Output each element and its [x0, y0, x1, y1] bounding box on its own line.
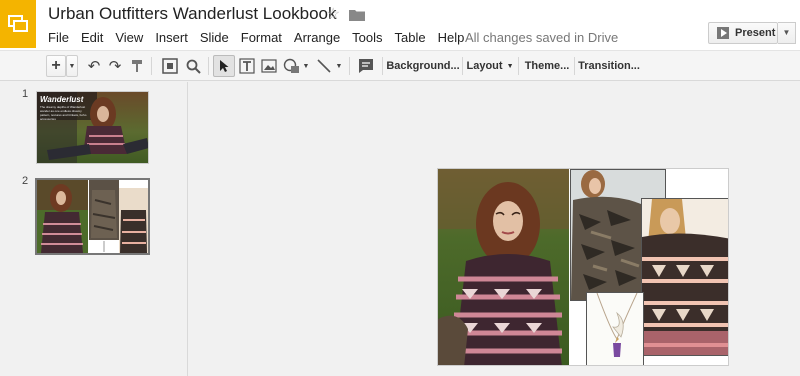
slide-2-preview: [37, 180, 148, 253]
menu-arrange[interactable]: Arrange: [288, 28, 346, 47]
slide-1-preview: Wanderlust: [37, 92, 148, 163]
menu-format[interactable]: Format: [235, 28, 288, 47]
slides-app: Urban Outfitters Wanderlust Lookbook ☆ F…: [0, 0, 800, 376]
redo-icon[interactable]: ↷: [106, 55, 124, 77]
text-box-icon[interactable]: [237, 55, 257, 77]
menu-file[interactable]: File: [42, 28, 75, 47]
slide-blank-area: [666, 169, 728, 199]
menu-view[interactable]: View: [109, 28, 149, 47]
background-button[interactable]: Background...: [386, 55, 459, 77]
new-slide-button[interactable]: +: [46, 55, 66, 77]
save-status: All changes saved in Drive: [465, 30, 619, 45]
slide-1-title: Wanderlust: [40, 95, 84, 104]
zoom-icon[interactable]: [183, 55, 203, 77]
slide-canvas[interactable]: [437, 168, 729, 366]
slides-logo-icon[interactable]: [0, 0, 36, 48]
menu-tools[interactable]: Tools: [346, 28, 388, 47]
present-dropdown-button[interactable]: ▼: [778, 22, 796, 44]
transition-button[interactable]: Transition...: [578, 55, 640, 77]
toolbar: + ▼ ↶ ↷ ▼ ▼ Background... Layout ▼ Theme…: [0, 50, 800, 81]
document-title[interactable]: Urban Outfitters Wanderlust Lookbook: [48, 4, 337, 24]
menu-table[interactable]: Table: [389, 28, 432, 47]
menu-bar: File Edit View Insert Slide Format Arran…: [42, 28, 470, 47]
star-icon[interactable]: ☆: [326, 4, 340, 24]
select-tool-icon[interactable]: [213, 55, 235, 77]
slide-thumbnail-2[interactable]: [35, 178, 150, 255]
filmstrip: 1 Wanderlust The dreamy depths of Wander…: [0, 82, 188, 376]
toolbar-divider: [574, 57, 575, 75]
toolbar-divider: [151, 57, 152, 75]
toolbar-divider: [208, 57, 209, 75]
fit-zoom-icon[interactable]: [160, 55, 180, 77]
layout-label: Layout: [466, 60, 503, 72]
present-button[interactable]: Present: [708, 22, 778, 44]
menu-edit[interactable]: Edit: [75, 28, 109, 47]
line-dropdown-icon[interactable]: ▼: [334, 55, 344, 77]
menu-slide[interactable]: Slide: [194, 28, 235, 47]
comment-icon[interactable]: [355, 55, 377, 77]
toolbar-divider: [518, 57, 519, 75]
layout-button[interactable]: Layout ▼: [466, 55, 514, 77]
present-label: Present: [735, 27, 776, 39]
lookbook-photo-main[interactable]: [438, 169, 569, 365]
toolbar-divider: [349, 57, 350, 75]
toolbar-divider: [382, 57, 383, 75]
play-icon: [717, 27, 729, 39]
slide-number: 2: [22, 175, 29, 187]
toolbar-divider: [462, 57, 463, 75]
header: Urban Outfitters Wanderlust Lookbook ☆ F…: [0, 0, 800, 50]
line-icon[interactable]: [314, 55, 334, 77]
paint-format-icon[interactable]: [128, 55, 146, 77]
slide-thumbnail-1[interactable]: Wanderlust The dreamy depths of Wanderlu…: [36, 91, 149, 164]
menu-insert[interactable]: Insert: [149, 28, 194, 47]
shape-dropdown-icon[interactable]: ▼: [301, 55, 311, 77]
layout-dropdown-icon: ▼: [506, 62, 514, 70]
slide-number: 1: [22, 88, 29, 100]
slide-1-caption: The dreamy depths of Wanderlust wander a…: [40, 105, 87, 121]
image-icon[interactable]: [259, 55, 279, 77]
undo-icon[interactable]: ↶: [85, 55, 103, 77]
lookbook-photo-sweater[interactable]: [641, 198, 728, 356]
shape-icon[interactable]: [282, 55, 302, 77]
theme-button[interactable]: Theme...: [524, 55, 570, 77]
new-slide-dropdown-button[interactable]: ▼: [66, 55, 78, 77]
lookbook-photo-necklace[interactable]: [586, 292, 644, 365]
folder-icon[interactable]: [349, 9, 365, 21]
